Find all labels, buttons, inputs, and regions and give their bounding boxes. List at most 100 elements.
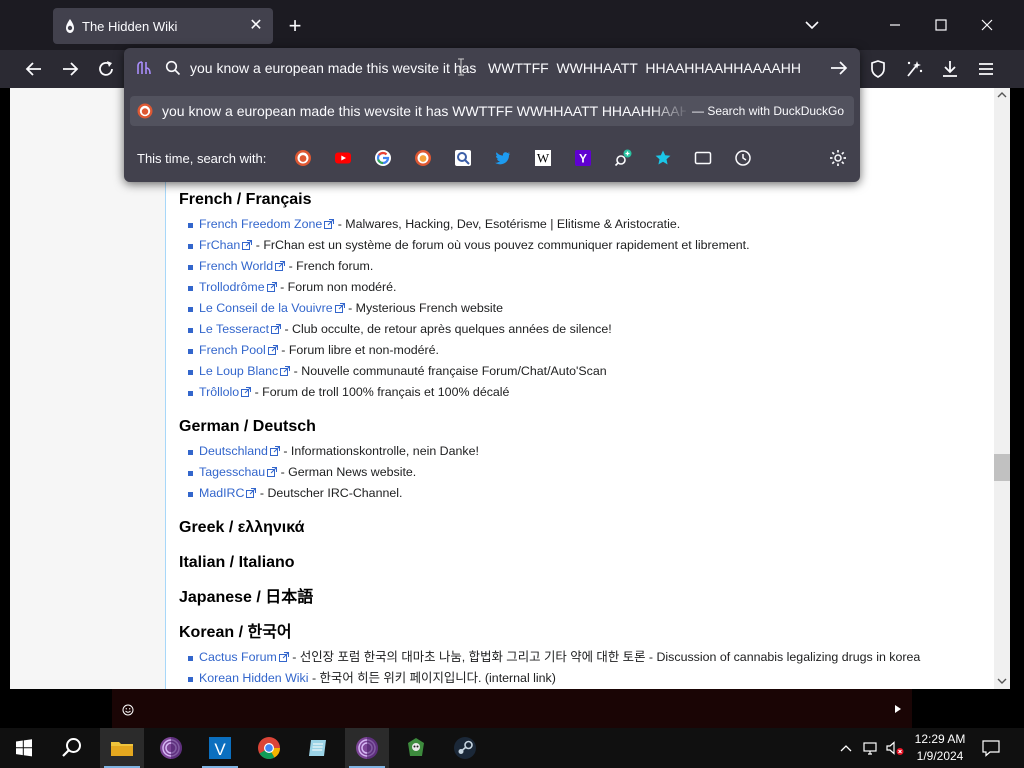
list-item: Le Tesseract - Club occulte, de retour a… [179,319,969,340]
urlbar[interactable] [124,48,860,88]
browser-tab[interactable]: The Hidden Wiki ✕ [53,8,273,44]
wiki-link[interactable]: MadIRC [199,486,244,500]
page-body: French / Français French Freedom Zone - … [179,188,969,689]
wiki-link[interactable]: French World [199,259,273,273]
duckduckgo-engine-icon[interactable] [294,149,312,167]
external-link-icon [266,282,277,292]
wiki-link[interactable]: Le Loup Blanc [199,364,278,378]
yahoo-engine-icon[interactable]: Y [574,149,592,167]
history-clock-icon[interactable] [734,149,752,167]
clock-date[interactable]: 1/9/2024 [912,749,968,763]
chat-strip [112,689,912,728]
external-link-icon [324,219,335,229]
wiki-link[interactable]: Trôllolo [199,385,239,399]
vertical-scrollbar[interactable] [994,88,1010,689]
tab-close-icon[interactable]: ✕ [247,17,265,35]
search-settings-gear-icon[interactable] [829,149,847,167]
duckduckgo-onion-engine-icon[interactable] [414,149,432,167]
link-description: - German News website. [277,465,417,479]
scroll-down-chevron-icon[interactable] [997,676,1007,686]
notifications-icon[interactable] [981,738,1001,758]
link-description: - French forum. [285,259,374,273]
hidden-wiki-favicon [66,19,74,33]
tor-browser-icon-2[interactable] [353,734,381,762]
smiley-icon[interactable] [122,704,134,716]
window-close-icon[interactable] [973,13,1001,37]
reload-icon[interactable] [94,57,118,81]
tab-list-chevron-icon[interactable] [798,13,826,37]
scrollbar-thumb[interactable] [994,454,1010,481]
forward-arrow-icon[interactable] [58,57,82,81]
list-item: Korean Hidden Wiki - 한국어 히든 위키 페이지입니다. (… [179,668,969,689]
tabs-icon[interactable] [694,149,712,167]
play-arrow-icon[interactable] [894,704,902,714]
scroll-up-chevron-icon[interactable] [997,90,1007,100]
add-search-engine-icon[interactable] [614,149,632,167]
svg-text:Y: Y [579,152,587,166]
hamburger-menu-icon[interactable] [974,57,998,81]
wiki-link[interactable]: French Pool [199,343,266,357]
section-heading-japanese: Japanese / 日本語 [179,589,314,606]
twitter-engine-icon[interactable] [494,149,512,167]
windows-taskbar: V 12:29 AM 1/9/2024 [0,728,1024,768]
wiki-link[interactable]: Deutschland [199,444,268,458]
startpage-engine-icon[interactable] [454,149,472,167]
external-link-icon [246,488,257,498]
new-tab-icon[interactable]: + [283,14,307,38]
tor-circuit-icon[interactable] [135,59,153,77]
list-item: French World - French forum. [179,256,969,277]
new-identity-broom-icon[interactable] [902,57,926,81]
file-explorer-icon[interactable] [108,734,136,762]
search-suggestion[interactable]: you know a european made this wevsite it… [130,96,854,126]
list-item: Deutschland - Informationskontrolle, nei… [179,441,969,462]
search-icon[interactable] [58,734,86,762]
link-description: - Deutscher IRC-Channel. [256,486,403,500]
tray-chevron-up-icon[interactable] [838,741,854,755]
youtube-engine-icon[interactable] [334,149,352,167]
wiki-link[interactable]: Le Tesseract [199,322,269,336]
game-app-icon[interactable] [402,734,430,762]
duckduckgo-icon [137,103,153,119]
clock-time[interactable]: 12:29 AM [912,732,968,746]
download-icon[interactable] [938,57,962,81]
windows-start-icon[interactable] [10,734,38,762]
bookmarks-star-icon[interactable] [654,149,672,167]
chrome-icon[interactable] [255,734,283,762]
steam-icon[interactable] [451,734,479,762]
external-link-icon [271,324,282,334]
external-link-icon [269,446,280,456]
external-link-icon [267,467,278,477]
search-icon [165,60,181,76]
external-link-icon [242,240,253,250]
list-item: FrChan - FrChan est un système de forum … [179,235,969,256]
wiki-link[interactable]: Le Conseil de la Vouivre [199,301,333,315]
wiki-link[interactable]: Tagesschau [199,465,265,479]
google-engine-icon[interactable] [374,149,392,167]
wiki-link[interactable]: Korean Hidden Wiki [199,671,309,685]
shield-icon[interactable] [866,57,890,81]
maximize-icon[interactable] [927,13,955,37]
wiki-link[interactable]: FrChan [199,238,240,252]
link-description: - FrChan est un système de forum où vous… [252,238,750,252]
vs-code-icon[interactable]: V [206,734,234,762]
go-arrow-icon[interactable] [828,58,850,78]
tab-title: The Hidden Wiki [82,19,178,34]
wiki-link[interactable]: Cactus Forum [199,650,277,664]
link-description: - Informationskontrolle, nein Danke! [279,444,479,458]
svg-text:W: W [537,151,550,166]
list-item: Cactus Forum - 선인장 포럼 한국의 대마초 나눔, 합법화 그리… [179,647,969,668]
minimize-icon[interactable] [881,13,909,37]
notepad-icon[interactable] [304,734,332,762]
external-link-icon [278,652,289,662]
wiki-link[interactable]: Trollodrôme [199,280,265,294]
address-input[interactable] [190,56,810,80]
external-link-icon [334,303,345,313]
wiki-link[interactable]: French Freedom Zone [199,217,322,231]
tor-browser-icon[interactable] [157,734,185,762]
wikipedia-engine-icon[interactable]: W [534,149,552,167]
link-description: - 선인장 포럼 한국의 대마초 나눔, 합법화 그리고 기타 약에 대한 토론… [288,650,921,664]
svg-text:V: V [214,740,226,759]
back-arrow-icon[interactable] [22,57,46,81]
network-icon[interactable] [862,740,880,756]
volume-muted-icon[interactable] [885,740,905,756]
